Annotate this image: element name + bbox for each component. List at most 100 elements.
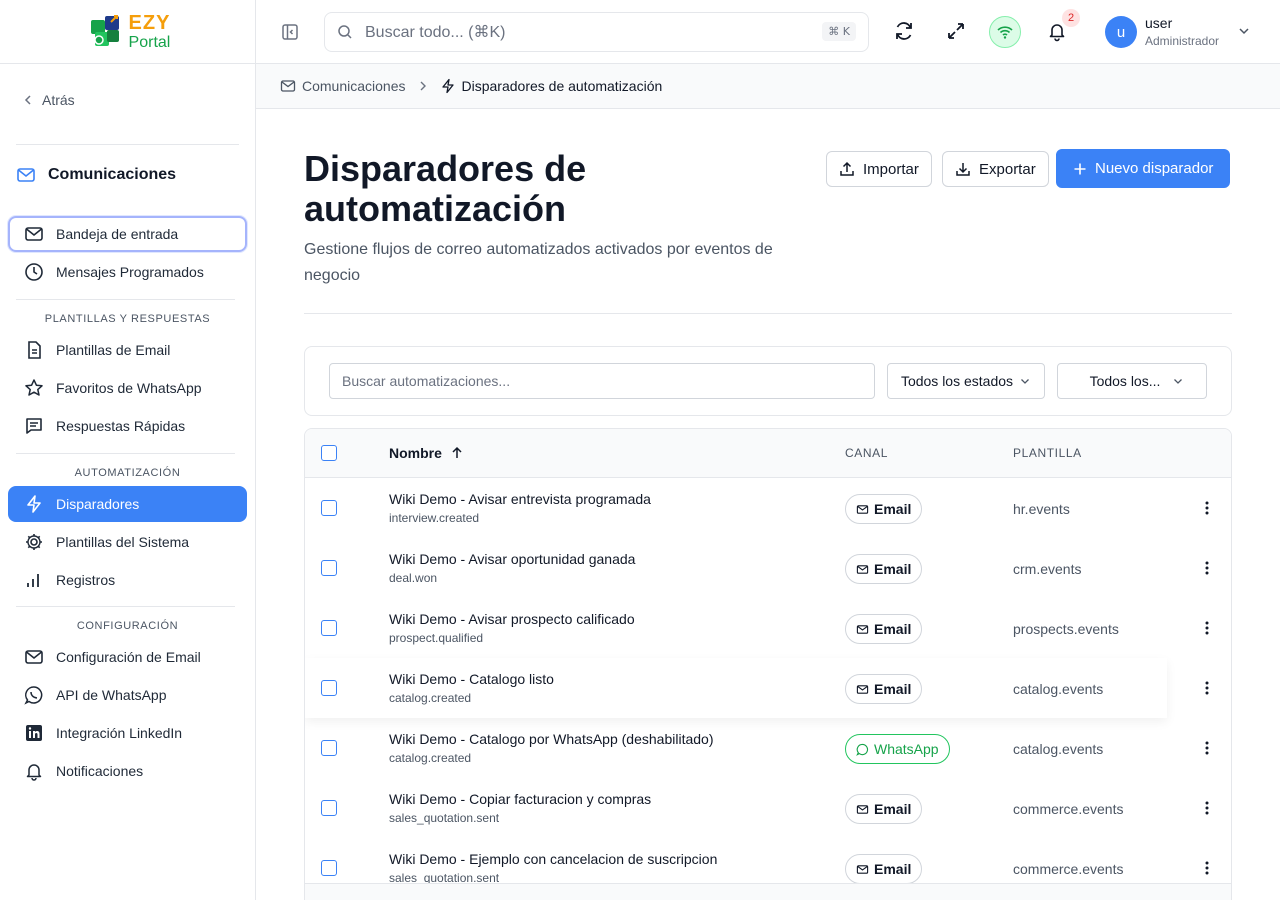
- connection-status-button[interactable]: [989, 16, 1021, 48]
- sidebar-item-logs[interactable]: Registros: [8, 562, 247, 598]
- sidebar-item-triggers[interactable]: Disparadores: [8, 486, 247, 522]
- mail-icon: [17, 168, 35, 182]
- mail-icon: [856, 864, 869, 874]
- fullscreen-button[interactable]: [945, 20, 967, 42]
- refresh-button[interactable]: [893, 20, 915, 42]
- avatar[interactable]: u: [1105, 16, 1137, 48]
- row-name: Wiki Demo - Ejemplo con cancelacion de s…: [389, 851, 718, 867]
- row-checkbox[interactable]: [321, 500, 337, 516]
- sidebar-item-email-config[interactable]: Configuración de Email: [8, 639, 247, 675]
- sidebar-item-label: Configuración de Email: [56, 649, 201, 665]
- channel-badge: Email: [845, 674, 923, 704]
- sidebar-item-whatsapp-api[interactable]: API de WhatsApp: [8, 677, 247, 713]
- breadcrumb: Comunicaciones Disparadores de automatiz…: [256, 64, 1280, 109]
- table-header: Nombre CANAL PLANTILLA: [305, 429, 1231, 478]
- channel-badge: WhatsApp: [845, 734, 950, 764]
- bolt-icon: [441, 78, 454, 94]
- import-button[interactable]: Importar: [826, 151, 932, 187]
- row-template: crm.events: [1013, 561, 1082, 577]
- chevron-down-icon: [1239, 28, 1249, 35]
- divider: [16, 453, 235, 454]
- sidebar-item-system-templates[interactable]: Plantillas del Sistema: [8, 524, 247, 560]
- channel-filter-select[interactable]: Todos los...: [1057, 363, 1207, 399]
- export-button[interactable]: Exportar: [942, 151, 1049, 187]
- more-vertical-icon: [1205, 681, 1209, 695]
- user-menu-button[interactable]: [1237, 24, 1251, 38]
- sidebar-toggle-button[interactable]: [280, 22, 300, 42]
- back-link[interactable]: Atrás: [22, 92, 75, 108]
- divider: [16, 299, 235, 300]
- channel-badge: Email: [845, 554, 923, 584]
- mail-icon: [25, 650, 43, 664]
- user-name: user: [1145, 15, 1173, 31]
- sidebar-item-quick-replies[interactable]: Respuestas Rápidas: [8, 408, 247, 444]
- table-row[interactable]: Wiki Demo - Avisar prospecto calificado …: [305, 598, 1231, 658]
- row-actions-button[interactable]: [1199, 740, 1215, 756]
- chevron-down-icon: [1021, 379, 1029, 384]
- row-event: interview.created: [389, 511, 480, 525]
- search-shortcut: ⌘ K: [822, 22, 856, 41]
- sidebar-item-label: Disparadores: [56, 496, 140, 512]
- linkedin-icon: [26, 725, 42, 741]
- table-row[interactable]: Wiki Demo - Avisar oportunidad ganada de…: [305, 538, 1231, 598]
- breadcrumb-parent-link[interactable]: Comunicaciones: [302, 78, 406, 94]
- expand-icon: [948, 23, 964, 39]
- row-actions-button[interactable]: [1199, 620, 1215, 636]
- sort-by-name-button[interactable]: Nombre: [389, 445, 464, 461]
- group-label-config: CONFIGURACIÓN: [76, 620, 179, 632]
- row-actions-button[interactable]: [1199, 560, 1215, 576]
- row-checkbox[interactable]: [321, 560, 337, 576]
- sidebar-collapse-icon: [282, 24, 298, 40]
- notifications-badge: 2: [1062, 9, 1080, 27]
- row-checkbox[interactable]: [321, 800, 337, 816]
- whatsapp-icon: [856, 743, 869, 756]
- row-name: Wiki Demo - Catalogo listo: [389, 671, 554, 687]
- gear-icon: [26, 534, 42, 550]
- row-checkbox[interactable]: [321, 680, 337, 696]
- row-actions-button[interactable]: [1199, 800, 1215, 816]
- sidebar-item-linkedin[interactable]: Integración LinkedIn: [8, 715, 247, 751]
- ezy-logo-icon: [90, 14, 119, 46]
- back-label: Atrás: [42, 92, 75, 108]
- table-row[interactable]: Wiki Demo - Catalogo por WhatsApp (desha…: [305, 718, 1231, 778]
- sidebar-item-whatsapp-favorites[interactable]: Favoritos de WhatsApp: [8, 370, 247, 406]
- row-checkbox[interactable]: [321, 860, 337, 876]
- sidebar-item-label: Favoritos de WhatsApp: [56, 380, 202, 396]
- channel-badge: Email: [845, 494, 923, 524]
- row-actions-button[interactable]: [1199, 500, 1215, 516]
- row-checkbox[interactable]: [321, 740, 337, 756]
- new-trigger-button[interactable]: Nuevo disparador: [1056, 149, 1231, 188]
- table-row[interactable]: Wiki Demo - Catalogo listo catalog.creat…: [305, 658, 1167, 718]
- chevron-down-icon: [1174, 379, 1183, 384]
- status-filter-select[interactable]: Todos los estados: [887, 363, 1045, 399]
- more-vertical-icon: [1205, 561, 1209, 575]
- mail-icon: [280, 80, 296, 92]
- row-template: hr.events: [1013, 501, 1070, 517]
- row-actions-button[interactable]: [1199, 680, 1215, 696]
- sidebar-item-email-templates[interactable]: Plantillas de Email: [8, 332, 247, 368]
- sidebar-item-scheduled[interactable]: Mensajes Programados: [8, 254, 247, 290]
- row-event: catalog.created: [389, 691, 472, 705]
- sidebar-item-notifications[interactable]: Notificaciones: [8, 753, 247, 789]
- page-title: Disparadores de automatización: [304, 148, 587, 229]
- sidebar-item-label: Respuestas Rápidas: [56, 418, 186, 434]
- select-all-checkbox[interactable]: [321, 445, 337, 461]
- sidebar-item-label: API de WhatsApp: [56, 687, 167, 703]
- row-checkbox[interactable]: [321, 620, 337, 636]
- whatsapp-icon: [24, 686, 43, 705]
- plus-icon: [1074, 163, 1086, 174]
- mail-icon: [25, 227, 43, 241]
- automation-search-input[interactable]: Buscar automatizaciones...: [329, 363, 875, 399]
- channel-badge: Email: [845, 794, 923, 824]
- bar-chart-icon: [27, 574, 39, 587]
- logo[interactable]: EZY Portal: [0, 0, 255, 64]
- global-search-input[interactable]: Buscar todo... (⌘K) ⌘ K: [324, 12, 869, 52]
- sidebar-item-label: Mensajes Programados: [56, 264, 204, 280]
- table-row[interactable]: Wiki Demo - Copiar facturacion y compras…: [305, 778, 1231, 838]
- row-actions-button[interactable]: [1199, 860, 1215, 876]
- sidebar-item-inbox[interactable]: Bandeja de entrada: [8, 216, 247, 252]
- table-row[interactable]: Wiki Demo - Avisar entrevista programada…: [305, 478, 1231, 538]
- section-title: Comunicaciones: [16, 165, 176, 185]
- row-name: Wiki Demo - Avisar prospecto calificado: [389, 611, 635, 627]
- row-template: catalog.events: [1013, 681, 1104, 697]
